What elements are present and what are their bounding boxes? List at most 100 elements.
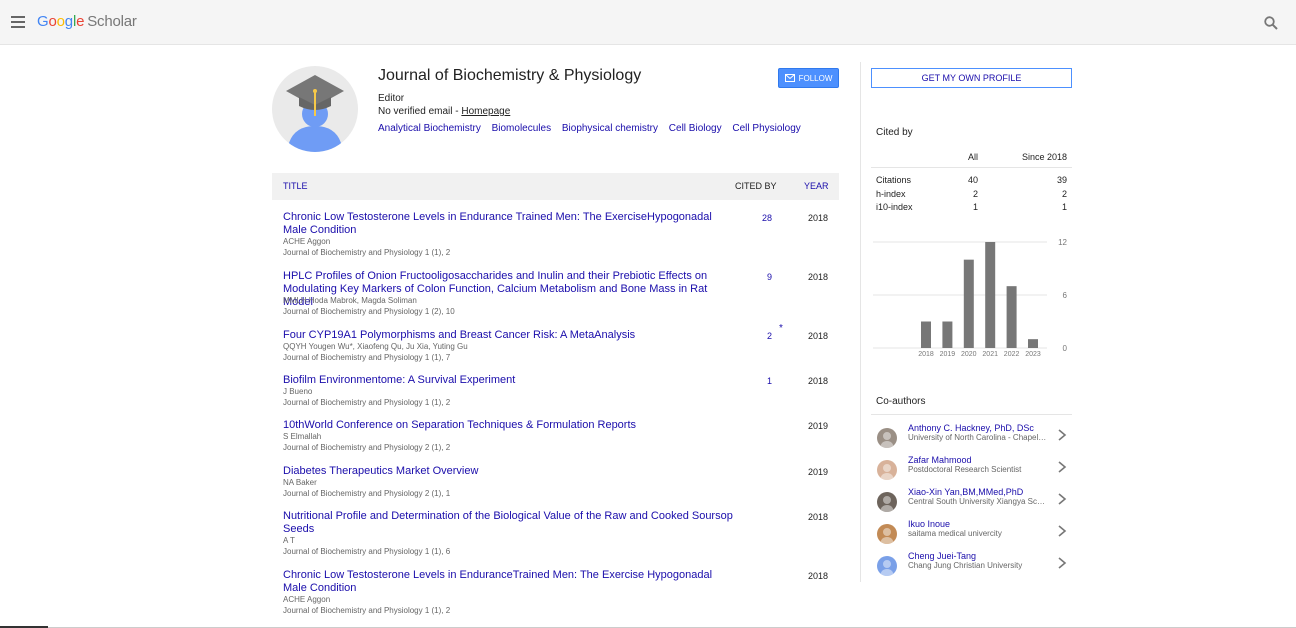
publication-year: 2018 (808, 272, 829, 282)
publication-venue: Journal of Biochemistry and Physiology 2… (283, 489, 451, 498)
coauthor-affiliation: Chang Jung Christian University (908, 561, 1023, 570)
coauthor-affiliation: saitama medical univercity (908, 529, 1002, 538)
y-tick-label: 6 (1063, 291, 1068, 300)
coauthor-name[interactable]: Cheng Juei-Tang (908, 551, 976, 561)
cited-by-count[interactable]: 28 (742, 213, 772, 223)
sort-year[interactable]: YEAR (804, 181, 829, 191)
publication-title[interactable]: Diabetes Therapeutics Market Overview (283, 465, 733, 478)
interest-link[interactable]: Biomolecules (492, 123, 551, 134)
sort-title[interactable]: TITLE (283, 181, 308, 191)
publication-venue: Journal of Biochemistry and Physiology 1… (283, 353, 451, 362)
coauthor-item[interactable]: Ikuo Inoue saitama medical univercity (871, 519, 1072, 549)
coauthor-item[interactable]: Xiao-Xin Yan,BM,MMed,PhD Central South Un… (871, 487, 1072, 517)
coauthor-name[interactable]: Ikuo Inoue (908, 519, 950, 529)
follow-button[interactable]: FOLLOW (778, 68, 839, 88)
chart-bar-2021[interactable] (985, 242, 996, 348)
research-interests: Analytical Biochemistry Biomolecules Bio… (378, 123, 809, 134)
chart-bar-2023[interactable] (1028, 339, 1038, 348)
coauthor-affiliation: Postdoctoral Research Scientist (908, 465, 1022, 474)
publication-year: 2019 (808, 421, 829, 431)
x-tick-label: 2019 (940, 351, 956, 358)
get-my-own-profile-button[interactable]: GET MY OWN PROFILE (871, 68, 1072, 88)
search-icon[interactable] (1264, 16, 1278, 30)
publication-year: 2018 (808, 331, 829, 341)
publication-authors: ACHE Aggon (283, 237, 331, 246)
coauthor-name[interactable]: Zafar Mahmood (908, 455, 972, 465)
avatar (877, 492, 897, 512)
coauthors-label: Co-authors (876, 396, 926, 407)
publication-year: 2019 (808, 467, 829, 477)
x-tick-label: 2023 (1025, 351, 1041, 358)
interest-link[interactable]: Cell Biology (669, 123, 722, 134)
publication-authors: ACHE Aggon (283, 595, 331, 604)
publication-year: 2018 (808, 213, 829, 223)
chevron-right-icon (1058, 557, 1067, 569)
citation-star: * (779, 323, 783, 334)
chevron-right-icon (1058, 493, 1067, 505)
coauthors-divider (871, 414, 1072, 415)
publication-venue: Journal of Biochemistry and Physiology 1… (283, 606, 451, 615)
publication-authors: QQYH Yougen Wu*, Xiaofeng Qu, Ju Xia, Yu… (283, 342, 468, 351)
y-tick-label: 12 (1058, 238, 1067, 247)
chart-bar-2020[interactable] (963, 259, 974, 348)
avatar (877, 524, 897, 544)
profile-affiliation: Editor (378, 93, 405, 104)
cited-by-count[interactable]: 9 (742, 272, 772, 282)
coauthor-name[interactable]: Anthony C. Hackney, PhD, DSc (908, 423, 1034, 433)
sort-cited-by[interactable]: CITED BY (735, 181, 777, 191)
cited-by-count[interactable]: 1 (742, 376, 772, 386)
y-tick-label: 0 (1063, 344, 1068, 353)
publication-authors: A T (283, 536, 295, 545)
cited-by-count[interactable]: 2 (742, 331, 772, 341)
avatar (877, 556, 897, 576)
publication-year: 2018 (808, 512, 829, 522)
email-line: No verified email - Homepage (378, 106, 511, 117)
mail-icon (784, 74, 795, 82)
publication-authors: J Bueno (283, 387, 313, 396)
cited-table-header: All Since 2018 (871, 146, 1072, 168)
menu-icon[interactable] (11, 16, 25, 28)
chart-bar-2019[interactable] (942, 321, 953, 349)
publication-title[interactable]: Chronic Low Testosterone Levels in Endur… (283, 569, 733, 595)
chart-bar-2022[interactable] (1006, 286, 1017, 348)
coauthor-item[interactable]: Anthony C. Hackney, PhD, DSc University o… (871, 423, 1072, 453)
chevron-right-icon (1058, 525, 1067, 537)
chart-bar-2018[interactable] (921, 321, 931, 349)
coauthor-item[interactable]: Cheng Juei-Tang Chang Jung Christian Univ… (871, 551, 1072, 581)
publication-venue: Journal of Biochemistry and Physiology 1… (283, 248, 451, 257)
avatar (877, 460, 897, 480)
citations-per-year-chart: 12 6 0 2018 2019 2020 2021 2022 2023 (873, 238, 1068, 358)
coauthor-affiliation: University of North Carolina - Chapel Hi… (908, 433, 1048, 442)
homepage-link[interactable]: Homepage (461, 106, 510, 117)
publication-title[interactable]: Chronic Low Testosterone Levels in Endur… (283, 211, 733, 237)
coauthor-name[interactable]: Xiao-Xin Yan,BM,MMed,PhD (908, 487, 1023, 497)
interest-link[interactable]: Biophysical chemistry (562, 123, 658, 134)
graduation-cap-avatar-icon (286, 75, 344, 152)
top-bar: Google Scholar (0, 0, 1296, 45)
interest-link[interactable]: Analytical Biochemistry (378, 123, 481, 134)
publication-venue: Journal of Biochemistry and Physiology 1… (283, 547, 451, 556)
x-tick-label: 2018 (918, 351, 934, 358)
avatar (877, 428, 897, 448)
profile-avatar (272, 66, 358, 152)
publication-title[interactable]: Biofilm Environmentome: A Survival Exper… (283, 374, 733, 387)
publication-year: 2018 (808, 571, 829, 581)
chevron-right-icon (1058, 429, 1067, 441)
publication-title[interactable]: Four CYP19A1 Polymorphisms and Breast Ca… (283, 329, 733, 342)
publication-venue: Journal of Biochemistry and Physiology 2… (283, 443, 451, 452)
google-scholar-logo[interactable]: Google Scholar (37, 13, 137, 30)
publication-authors: S Elmallah (283, 432, 322, 441)
publication-authors: NA Baker (283, 478, 317, 487)
coauthor-item[interactable]: Zafar Mahmood Postdoctoral Research Scien… (871, 455, 1072, 485)
x-tick-label: 2022 (1004, 351, 1020, 358)
publication-title[interactable]: 10thWorld Conference on Separation Techn… (283, 419, 733, 432)
x-tick-label: 2020 (961, 351, 977, 358)
chevron-right-icon (1058, 461, 1067, 473)
publication-year: 2018 (808, 376, 829, 386)
publication-venue: Journal of Biochemistry and Physiology 1… (283, 398, 451, 407)
interest-link[interactable]: Cell Physiology (732, 123, 800, 134)
column-divider (860, 62, 861, 582)
table-header: TITLE CITED BY YEAR (272, 173, 839, 200)
publication-title[interactable]: Nutritional Profile and Determination of… (283, 510, 733, 536)
profile-name: Journal of Biochemistry & Physiology (378, 67, 642, 84)
